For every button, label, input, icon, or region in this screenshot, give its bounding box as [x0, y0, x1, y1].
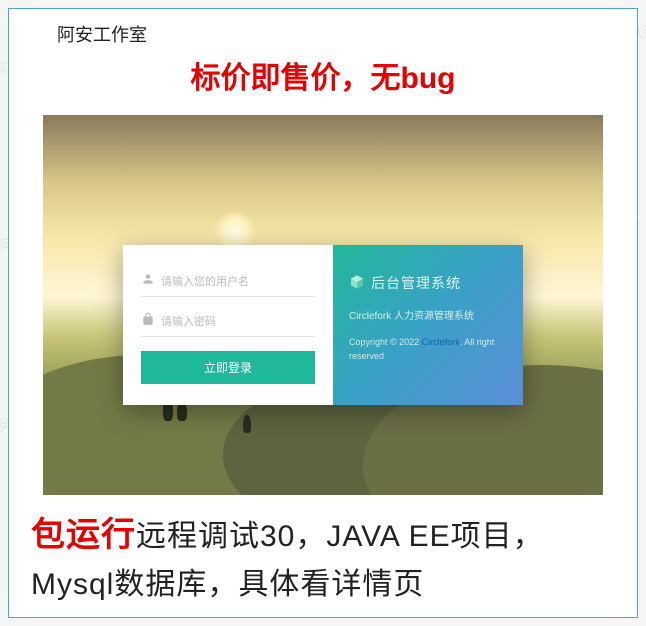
app-screenshot: 立即登录 后台管理系统 Circlefork 人力资源管理系统 Copyrigh…	[43, 115, 603, 495]
tree-decor	[243, 415, 251, 433]
copyright-prefix: Copyright © 2022	[349, 337, 422, 347]
login-card: 立即登录 后台管理系统 Circlefork 人力资源管理系统 Copyrigh…	[123, 245, 523, 405]
copyright: Copyright © 2022 Circlefork. All right r…	[349, 336, 507, 363]
copyright-brand: Circlefork	[422, 337, 460, 347]
lock-icon	[141, 312, 161, 331]
studio-name: 阿安工作室	[57, 21, 147, 47]
headline: 标价即售价，无bug	[9, 53, 637, 97]
system-subtitle: Circlefork 人力资源管理系统	[349, 307, 507, 322]
login-button[interactable]: 立即登录	[141, 351, 315, 384]
username-input[interactable]	[161, 276, 315, 288]
password-input[interactable]	[161, 316, 315, 328]
system-title: 后台管理系统	[371, 273, 461, 293]
info-panel: 后台管理系统 Circlefork 人力资源管理系统 Copyright © 2…	[333, 245, 523, 405]
login-form: 立即登录	[123, 245, 333, 405]
description: 包运行远程调试30，JAVA EE项目，Mysql数据库，具体看详情页	[31, 509, 615, 608]
description-emphasis: 包运行	[31, 516, 136, 554]
password-row	[141, 307, 315, 337]
username-row	[141, 267, 315, 297]
product-card-frame: 阿安工作室 标价即售价，无bug	[8, 8, 638, 618]
user-icon	[141, 272, 161, 291]
cube-icon	[349, 274, 365, 293]
